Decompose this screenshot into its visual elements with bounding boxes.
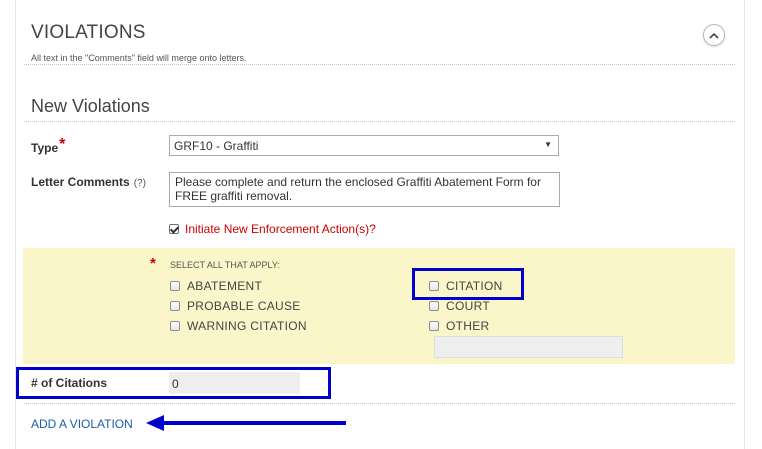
option-abatement[interactable]: ABATEMENT <box>170 279 262 293</box>
chevron-up-icon <box>709 32 719 39</box>
initiate-enforcement-row[interactable]: Initiate New Enforcement Action(s)? <box>169 222 376 236</box>
option-label: OTHER <box>446 319 490 333</box>
select-all-hint: SELECT ALL THAT APPLY: <box>170 260 280 270</box>
letter-comments-label: Letter Comments (?) <box>31 175 146 189</box>
warning-citation-checkbox[interactable] <box>170 320 180 331</box>
enforcement-options-panel <box>23 248 735 364</box>
option-warning-citation[interactable]: WARNING CITATION <box>170 319 307 333</box>
citations-highlight-box <box>16 367 331 399</box>
citation-highlight-box <box>412 268 524 300</box>
letter-comments-label-text: Letter Comments <box>31 175 130 189</box>
abatement-checkbox[interactable] <box>170 280 180 291</box>
option-other[interactable]: OTHER <box>429 319 490 333</box>
option-label: COURT <box>446 299 490 313</box>
panel-right-border <box>744 0 745 449</box>
help-icon[interactable]: (?) <box>134 178 146 189</box>
type-label-text: Type <box>31 141 59 155</box>
required-star: * <box>59 136 66 153</box>
citations-divider <box>24 403 735 404</box>
option-court[interactable]: COURT <box>429 299 490 313</box>
section-divider <box>24 64 735 65</box>
letter-comments-textarea[interactable]: Please complete and return the enclosed … <box>169 172 560 207</box>
required-star: * <box>150 255 156 272</box>
type-select[interactable]: GRF10 - Graffiti ▼ <box>169 135 559 156</box>
initiate-enforcement-checkbox[interactable] <box>169 223 179 234</box>
section-hint: All text in the "Comments" field will me… <box>31 53 247 63</box>
type-select-value: GRF10 - Graffiti <box>174 139 259 153</box>
arrow-left-icon <box>146 415 346 431</box>
option-label: ABATEMENT <box>187 279 263 293</box>
other-checkbox[interactable] <box>429 320 439 331</box>
other-text-input[interactable] <box>434 336 623 358</box>
option-probable-cause[interactable]: PROBABLE CAUSE <box>170 299 301 313</box>
subsection-divider <box>24 121 735 122</box>
section-title: VIOLATIONS <box>31 22 146 43</box>
add-violation-link[interactable]: ADD A VIOLATION <box>31 417 133 431</box>
probable-cause-checkbox[interactable] <box>170 300 180 311</box>
type-label: Type* <box>31 136 66 157</box>
court-checkbox[interactable] <box>429 300 439 311</box>
option-label: PROBABLE CAUSE <box>187 299 301 313</box>
dropdown-arrow-icon: ▼ <box>544 140 552 149</box>
initiate-enforcement-label: Initiate New Enforcement Action(s)? <box>185 222 376 236</box>
option-label: WARNING CITATION <box>187 319 307 333</box>
new-violations-title: New Violations <box>31 96 150 116</box>
collapse-button[interactable] <box>703 24 725 46</box>
